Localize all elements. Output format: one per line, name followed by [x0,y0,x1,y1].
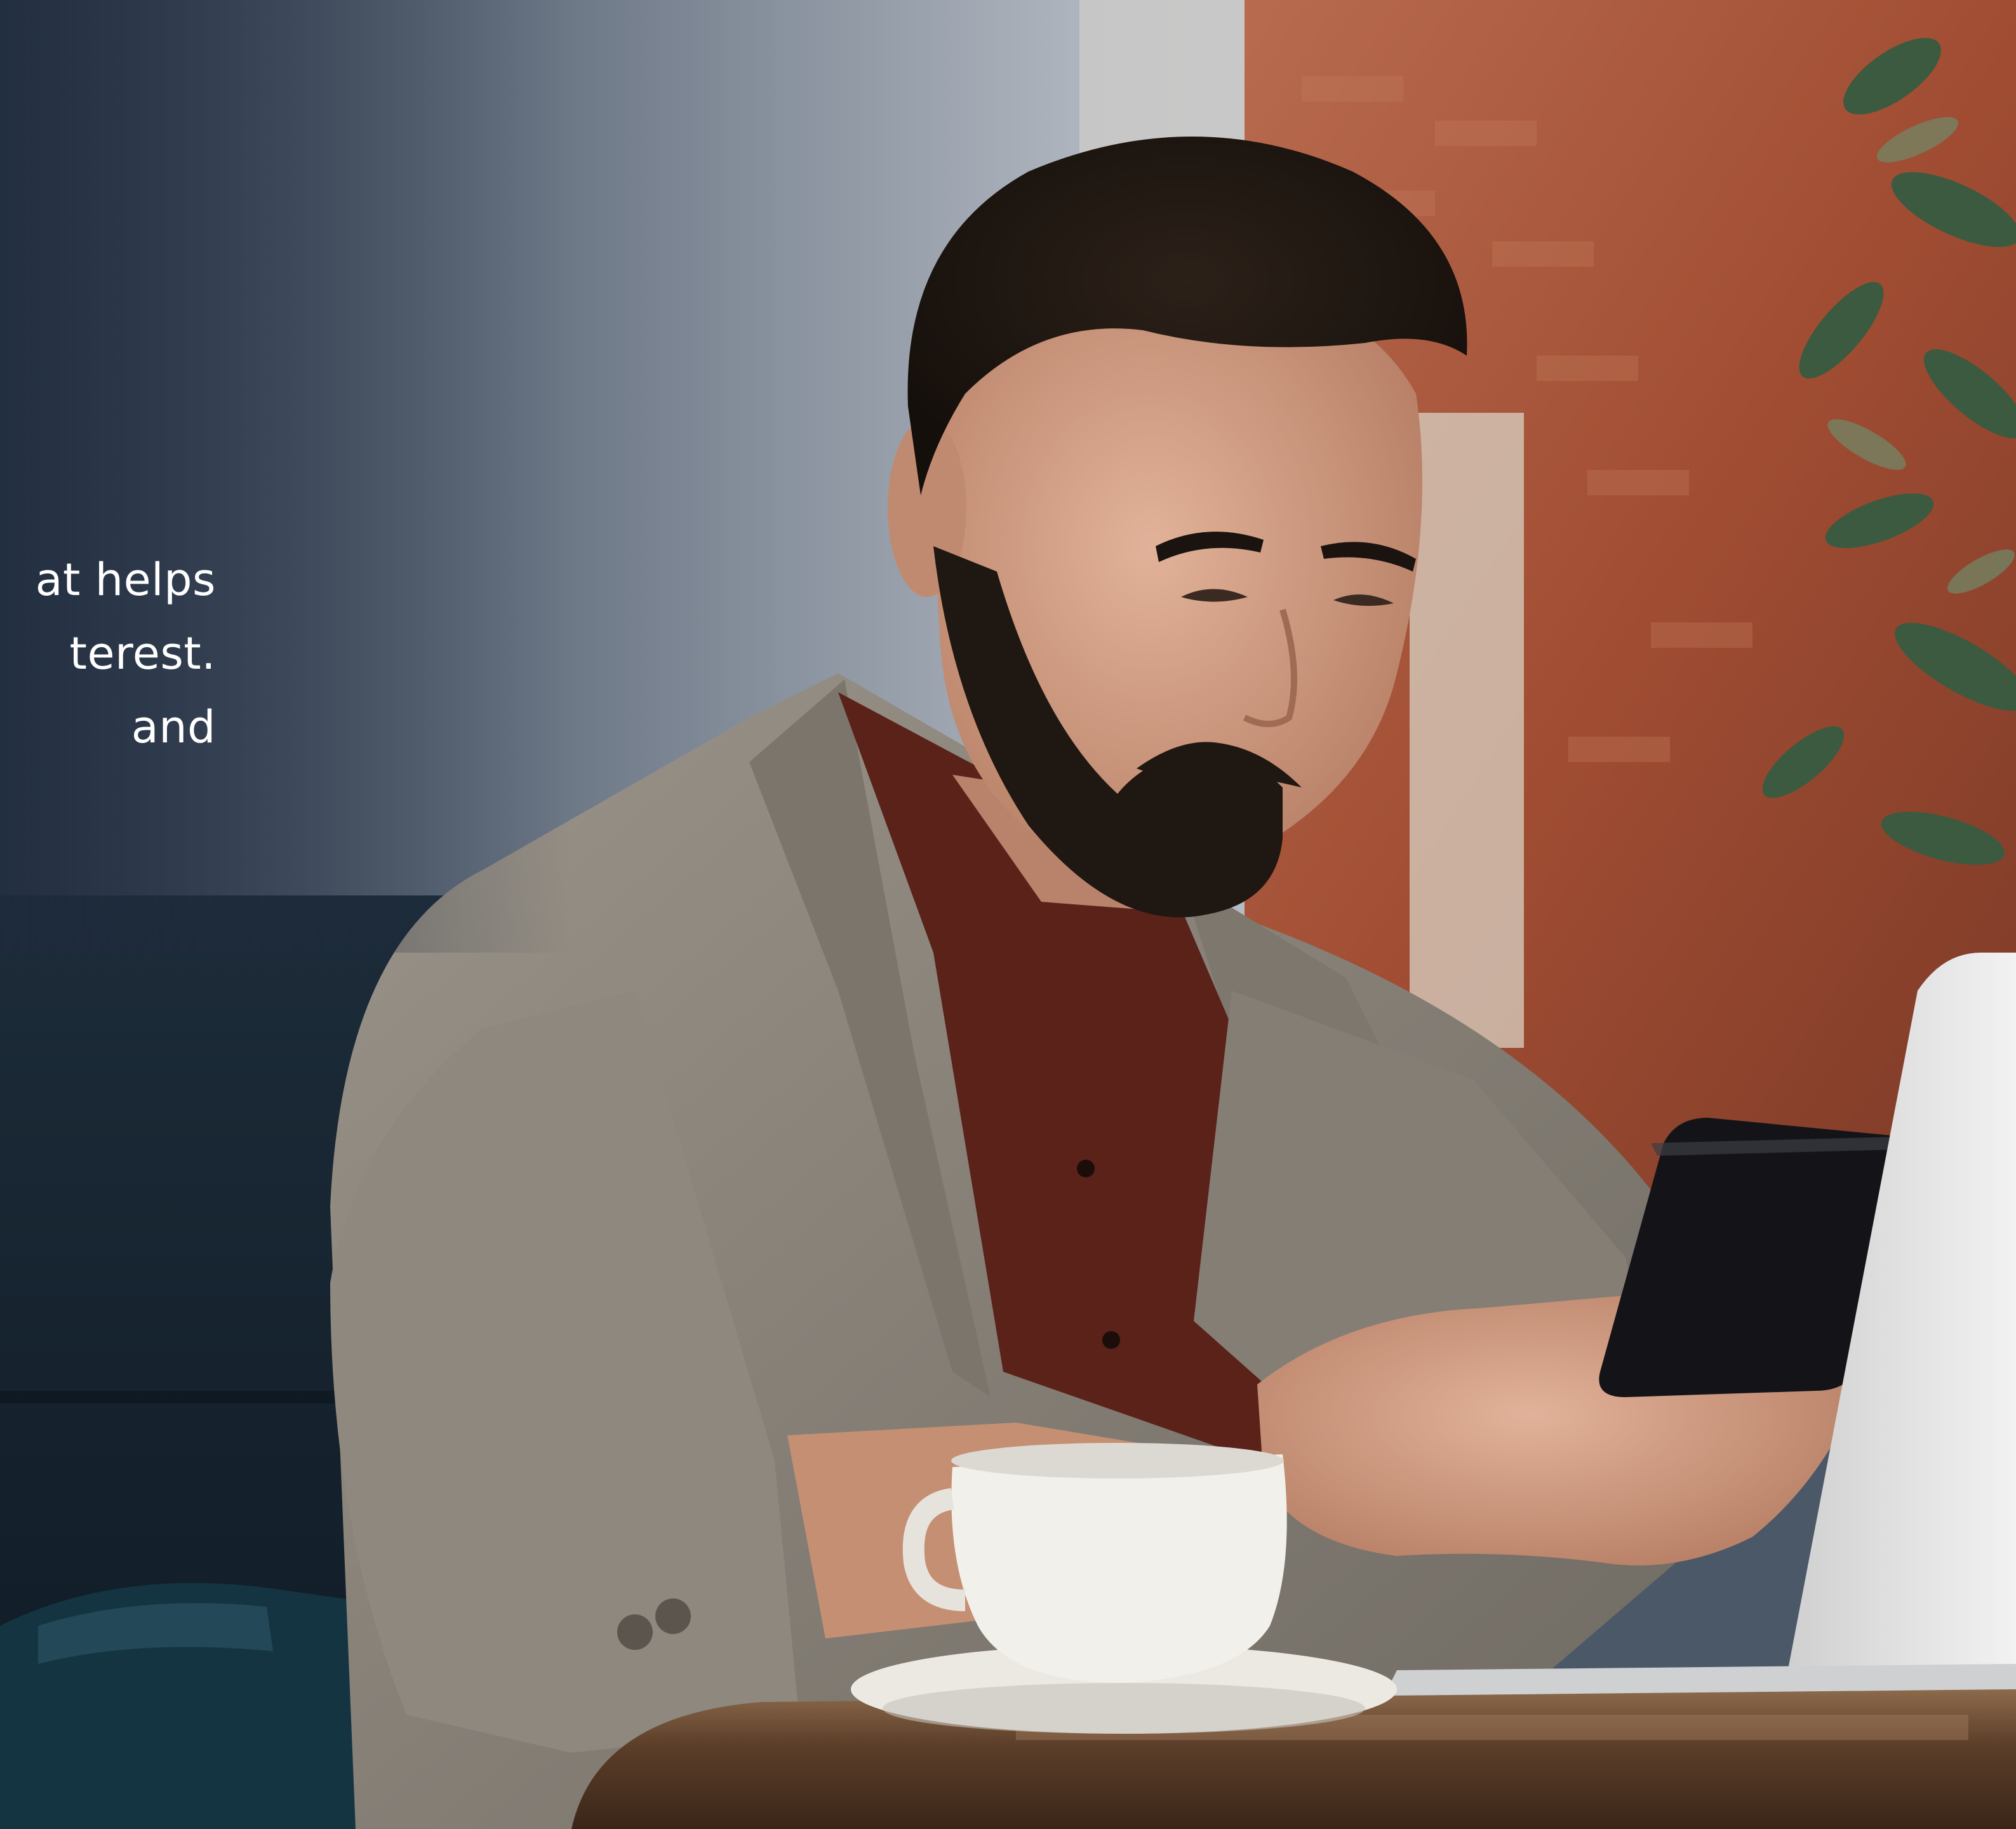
hero-line-1: at helps [35,554,216,606]
hero-line-2: terest. [69,627,216,680]
saucer-shadow [883,1683,1365,1734]
hero-banner: at helps terest. and [0,0,2016,1829]
hero-photo [0,0,2016,1829]
text-overlay [0,0,571,953]
hero-copy: at helps terest. and [0,543,216,764]
wall-column [1410,413,1524,1048]
hero-line-3: and [131,701,216,753]
cup [951,1454,1287,1683]
cup-rim [951,1443,1284,1478]
